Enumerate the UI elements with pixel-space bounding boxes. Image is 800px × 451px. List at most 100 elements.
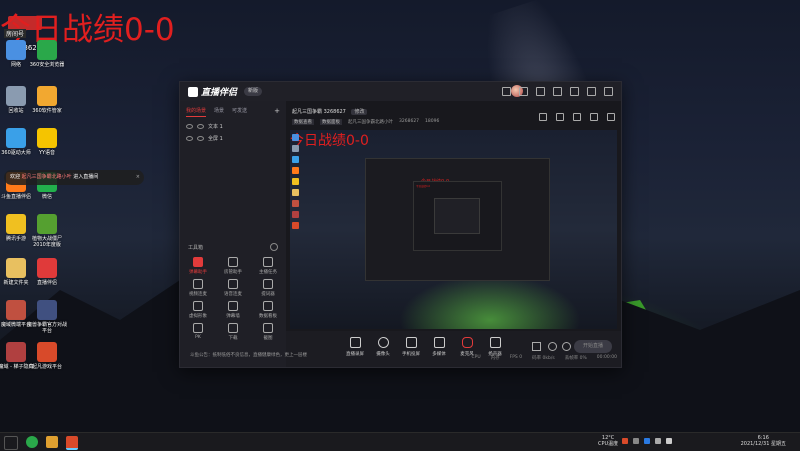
desktop-icon[interactable]: 直播伴侣 <box>27 258 67 286</box>
stat-mem: 内存 <box>490 356 500 361</box>
desktop-icon[interactable]: 360安全浏览器 <box>27 40 67 68</box>
lock-icon[interactable] <box>556 113 564 121</box>
tool-item[interactable]: 弹幕墙 <box>219 301 247 319</box>
live-companion-taskbar-icon[interactable] <box>66 436 78 450</box>
phone-cast-button[interactable]: 手机投屏 <box>396 337 426 357</box>
start-menu-icon[interactable] <box>4 436 18 450</box>
tool-label: 主播任务 <box>259 270 277 275</box>
tool-item[interactable]: 截图 <box>254 323 282 341</box>
menu-icon[interactable] <box>553 87 562 96</box>
tool-item[interactable]: 提词器 <box>254 279 282 297</box>
browser-taskbar-icon[interactable] <box>26 436 38 448</box>
desktop-icon[interactable]: 起凡游戏平台 <box>27 342 67 370</box>
overlay-room-label: 房间号 <box>4 29 27 38</box>
tool-item[interactable]: 视频连麦 <box>184 279 212 297</box>
bell-icon[interactable] <box>590 113 598 121</box>
app-name: 直播伴侣 <box>201 88 238 98</box>
eye-icon[interactable] <box>548 342 557 351</box>
room-tag[interactable]: 数据面板 <box>320 119 342 125</box>
tray-app-icon[interactable] <box>622 438 628 444</box>
record-icon[interactable] <box>532 342 541 351</box>
monitor-icon <box>349 337 361 348</box>
share-icon[interactable] <box>573 113 581 121</box>
multimedia-button[interactable]: 多媒体 <box>424 337 454 357</box>
tab-scene[interactable]: 场景 <box>214 107 224 117</box>
tool-label: 房管助手 <box>224 270 242 275</box>
lock-icon[interactable] <box>197 124 204 129</box>
clock[interactable]: 6:16 2021/12/31 星期五 <box>741 435 786 447</box>
skin-icon[interactable] <box>519 87 528 96</box>
explorer-taskbar-icon[interactable] <box>46 436 58 448</box>
tool-item[interactable]: 房管助手 <box>219 257 247 275</box>
toolbox-title: 工具箱 <box>188 245 204 251</box>
tool-item[interactable]: 数据看板 <box>254 301 282 319</box>
room-tag: 18096 <box>425 119 440 124</box>
minimize-icon[interactable] <box>570 87 579 96</box>
add-source-icon[interactable]: + <box>274 107 280 117</box>
app-icon <box>37 258 57 278</box>
tool-item[interactable]: 虚拟形象 <box>184 301 212 319</box>
modify-title-button[interactable]: 修改 <box>351 109 368 115</box>
stat-fps: FPS 0 <box>509 355 523 360</box>
camera-button[interactable]: 摄像头 <box>368 337 398 357</box>
screen-record-button[interactable]: 直播录屏 <box>340 337 370 357</box>
system-tray <box>622 438 672 444</box>
desktop-icon[interactable]: 360软件管家 <box>27 86 67 114</box>
microphone-button[interactable]: 麦克风 <box>452 337 482 357</box>
tool-icon <box>263 279 273 289</box>
desktop-icon[interactable]: 植物大战僵尸2010年度版 <box>27 214 67 248</box>
live-preview[interactable]: 今日战绩0-0 今日战绩0-0 今日战绩0-0 <box>290 130 617 329</box>
desktop-icon[interactable]: 魔兽争霸官方对战平台 <box>27 300 67 334</box>
room-tag[interactable]: 数据查看 <box>292 119 314 125</box>
gift-icon[interactable] <box>539 113 547 121</box>
app-icon <box>37 300 57 320</box>
tool-item[interactable]: 弹幕助手 <box>184 257 212 275</box>
source-item-fullscreen[interactable]: 全屏 1 <box>186 135 223 142</box>
tray-speaker-icon[interactable] <box>655 438 661 444</box>
tool-label: 视频连麦 <box>189 292 207 297</box>
tool-item[interactable]: 语音连麦 <box>219 279 247 297</box>
main-panel: 起凡三国争霸 3268627 修改 数据查看 数据面板 起凡三国争霸北路小叶 3… <box>286 101 621 367</box>
tray-ime-icon[interactable] <box>666 438 672 444</box>
nested-preview-2: 今日战绩0-0 <box>413 181 502 251</box>
eye-icon[interactable] <box>186 136 193 141</box>
close-icon[interactable]: × <box>136 170 140 185</box>
source-label: 全屏 1 <box>208 136 223 142</box>
tab-sendable[interactable]: 可发送 <box>232 107 247 117</box>
room-tags: 数据查看 数据面板 起凡三国争霸北路小叶 3268627 18096 <box>292 119 439 125</box>
tray-network-icon[interactable] <box>644 438 650 444</box>
tool-icon <box>263 257 273 267</box>
source-item-text[interactable]: 文本 1 <box>186 123 223 130</box>
scene-tabs: 我的场景 场景 可发送 + <box>180 101 286 117</box>
tool-label: PK <box>195 335 201 340</box>
douyu-live-companion-window: 直播伴侣 新版 我的场景 场景 可发送 + 文本 1 全屏 1 工具箱 弹幕助手… <box>179 81 622 368</box>
search-icon[interactable] <box>607 113 615 121</box>
settings-icon[interactable] <box>536 87 545 96</box>
room-title: 起凡三国争霸 3268627 修改 <box>292 108 368 115</box>
tool-item[interactable]: PK <box>184 323 212 340</box>
tool-label: 下载 <box>228 336 238 341</box>
maximize-icon[interactable] <box>587 87 596 96</box>
more-tools-icon[interactable] <box>270 243 278 251</box>
message-icon[interactable] <box>502 87 511 96</box>
lock-icon[interactable] <box>197 136 204 141</box>
app-icon <box>37 214 57 234</box>
tab-my-scene[interactable]: 我的场景 <box>186 107 207 117</box>
speaker-button[interactable]: 扬声器 <box>480 337 510 357</box>
window-controls <box>502 87 613 96</box>
tray-shield-icon[interactable] <box>633 438 639 444</box>
tool-label: 弹幕墙 <box>226 314 240 319</box>
preview-score-overlay: 今日战绩0-0 <box>290 133 369 149</box>
eye-icon[interactable] <box>186 124 193 129</box>
stat-drop: 丢帧率 0% <box>564 356 587 361</box>
action-label: 直播录屏 <box>346 352 364 357</box>
status-stats: CPU 内存 FPS 0 码率 0kb/s 丢帧率 0% 00:00:00 <box>471 355 617 361</box>
desktop-icon[interactable]: YY语音 <box>27 128 67 156</box>
gear-icon[interactable] <box>562 342 571 351</box>
start-live-button[interactable]: 开始直播 <box>574 340 612 353</box>
tool-item[interactable]: 下载 <box>219 323 247 341</box>
tool-item[interactable]: 主播任务 <box>254 257 282 275</box>
close-window-icon[interactable] <box>604 87 613 96</box>
version-badge[interactable]: 新版 <box>244 87 263 96</box>
stat-bitrate: 码率 0kb/s <box>532 356 555 361</box>
